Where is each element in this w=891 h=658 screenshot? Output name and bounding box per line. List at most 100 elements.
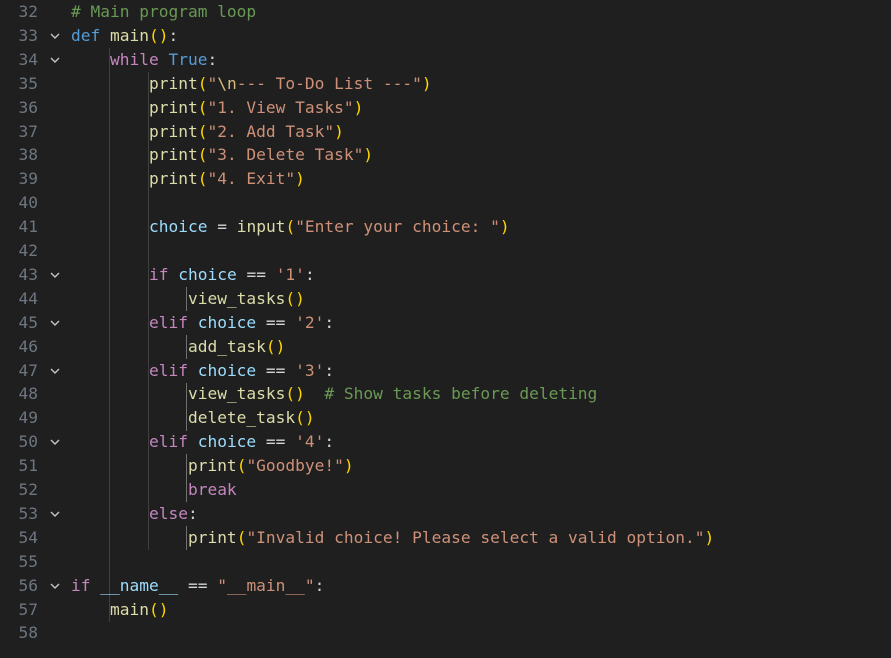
code-line[interactable]: 43 if choice == '1':	[0, 263, 891, 287]
code-text[interactable]: elif choice == '4':	[71, 430, 334, 454]
code-line[interactable]: 42	[0, 239, 891, 263]
code-line[interactable]: 48 view_tasks() # Show tasks before dele…	[0, 382, 891, 406]
code-token: def	[71, 25, 101, 45]
code-token: :	[304, 264, 315, 284]
code-text[interactable]: elif choice == '3':	[71, 359, 334, 383]
code-token: )	[334, 121, 344, 141]
code-token: ==	[256, 432, 296, 452]
code-text[interactable]: print("3. Delete Task")	[71, 143, 373, 167]
code-token: delete_task	[187, 408, 296, 428]
code-line[interactable]: 56 if __name__ == "__main__":	[0, 574, 891, 598]
code-token: elif	[148, 312, 188, 332]
code-text[interactable]: print("4. Exit")	[71, 167, 305, 191]
code-text[interactable]: break	[71, 478, 237, 502]
chevron-down-icon[interactable]	[47, 502, 63, 526]
code-token: print	[148, 121, 198, 141]
code-line[interactable]: 49 delete_task()	[0, 406, 891, 430]
code-line[interactable]: 53 else:	[0, 502, 891, 526]
line-number: 47	[18, 360, 39, 380]
code-text[interactable]: def main():	[71, 24, 178, 48]
code-line[interactable]: 58	[0, 621, 891, 645]
code-line[interactable]: 32 # Main program loop	[0, 0, 891, 24]
code-token: (	[197, 169, 208, 189]
code-line[interactable]: 46 add_task()	[0, 335, 891, 359]
code-token: '4'	[295, 432, 325, 452]
chevron-down-icon[interactable]	[47, 430, 63, 454]
code-token: while	[109, 49, 159, 69]
code-token: )	[295, 169, 305, 189]
chevron-down-icon[interactable]	[47, 359, 63, 383]
line-number: 33	[18, 25, 39, 45]
code-line[interactable]: 47 elif choice == '3':	[0, 359, 891, 383]
code-token: choice	[197, 360, 257, 380]
code-text[interactable]: print("2. Add Task")	[71, 120, 344, 144]
code-line[interactable]: 34 while True:	[0, 48, 891, 72]
chevron-down-icon[interactable]	[47, 48, 63, 72]
code-line[interactable]: 55	[0, 550, 891, 574]
code-text[interactable]: elif choice == '2':	[71, 311, 334, 335]
code-text[interactable]: # Main program loop	[71, 0, 256, 24]
code-token: print	[187, 456, 237, 476]
code-line[interactable]: 41 choice = input("Enter your choice: ")	[0, 215, 891, 239]
code-text[interactable]: add_task()	[71, 335, 285, 359]
code-token: print	[148, 97, 198, 117]
code-text[interactable]: view_tasks()	[71, 287, 305, 311]
code-line[interactable]: 44 view_tasks()	[0, 287, 891, 311]
chevron-down-icon[interactable]	[47, 24, 63, 48]
line-number: 52	[18, 480, 39, 499]
code-token: input	[236, 217, 286, 237]
code-text[interactable]: main()	[71, 598, 168, 622]
line-number: 45	[18, 312, 39, 332]
code-text[interactable]: choice = input("Enter your choice: ")	[71, 215, 510, 239]
code-text[interactable]: delete_task()	[71, 406, 315, 430]
code-text[interactable]: print("Invalid choice! Please select a v…	[71, 526, 714, 550]
code-text[interactable]: print("\n--- To-Do List ---")	[71, 72, 432, 96]
code-token: --- To-Do List ---"	[236, 73, 422, 93]
code-token: ()	[148, 25, 169, 45]
code-line[interactable]: 50 elif choice == '4':	[0, 430, 891, 454]
code-text[interactable]: view_tasks() # Show tasks before deletin…	[71, 382, 597, 406]
code-line[interactable]: 40	[0, 191, 891, 215]
line-number: 39	[18, 169, 39, 189]
chevron-down-icon[interactable]	[47, 311, 63, 335]
code-line[interactable]: 33 def main():	[0, 24, 891, 48]
code-text[interactable]: else:	[71, 502, 198, 526]
code-line[interactable]: 54 print("Invalid choice! Please select …	[0, 526, 891, 550]
code-text[interactable]: print("Goodbye!")	[71, 454, 354, 478]
code-token: print	[148, 73, 198, 93]
code-token: if	[148, 264, 169, 284]
code-line[interactable]: 52 break	[0, 478, 891, 502]
code-token: )	[704, 527, 715, 547]
line-number: 38	[18, 145, 39, 165]
code-token: )	[499, 217, 510, 237]
code-line[interactable]: 57 main()	[0, 598, 891, 622]
code-token: print	[148, 145, 198, 165]
code-line[interactable]: 39 print("4. Exit")	[0, 167, 891, 191]
line-number: 54	[18, 527, 39, 547]
code-token: view_tasks	[187, 384, 286, 404]
code-line[interactable]: 37 print("2. Add Task")	[0, 120, 891, 144]
code-text[interactable]: print("1. View Tasks")	[71, 96, 363, 120]
code-line[interactable]: 38 print("3. Delete Task")	[0, 143, 891, 167]
chevron-down-icon[interactable]	[47, 574, 63, 598]
code-line[interactable]: 45 elif choice == '2':	[0, 311, 891, 335]
code-token: "__main__"	[217, 575, 315, 595]
code-line[interactable]: 35 print("\n--- To-Do List ---")	[0, 72, 891, 96]
chevron-down-icon[interactable]	[47, 263, 63, 287]
code-text[interactable]: if choice == '1':	[71, 263, 315, 287]
code-line[interactable]: 36 print("1. View Tasks")	[0, 96, 891, 120]
code-line[interactable]: 51 print("Goodbye!")	[0, 454, 891, 478]
code-token: choice	[148, 217, 208, 237]
code-text[interactable]: if __name__ == "__main__":	[71, 574, 324, 598]
code-text[interactable]: while True:	[71, 48, 217, 72]
code-token: "	[207, 73, 218, 93]
code-editor[interactable]: 32 # Main program loop 33 def main(): 34 whi…	[0, 0, 891, 658]
